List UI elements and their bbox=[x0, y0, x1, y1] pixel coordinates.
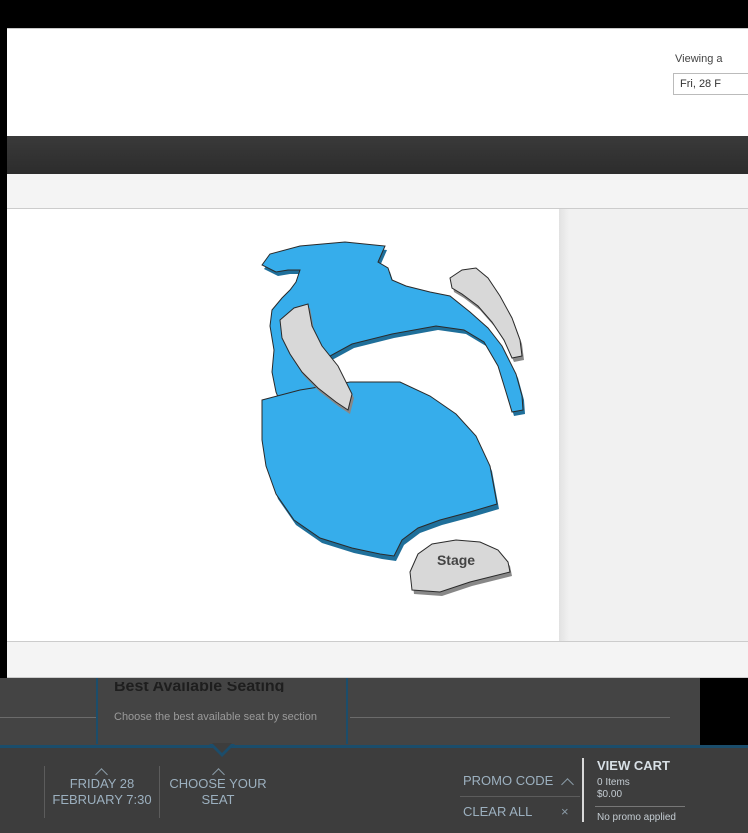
divider-line bbox=[0, 717, 96, 718]
step-date-line1: FRIDAY 28 bbox=[69, 776, 135, 791]
view-cart-button[interactable]: VIEW CART bbox=[597, 758, 670, 773]
cart-separator bbox=[595, 806, 685, 807]
divider bbox=[460, 796, 580, 797]
best-available-panel[interactable]: Best Available Seating Choose the best a… bbox=[96, 678, 348, 744]
close-icon[interactable]: × bbox=[561, 804, 569, 819]
edge-block bbox=[700, 678, 748, 745]
cart-total: $0.00 bbox=[597, 789, 623, 800]
step-date[interactable]: FRIDAY 28 FEBRUARY 7:30 bbox=[46, 776, 158, 808]
chevron-up-icon[interactable] bbox=[561, 778, 574, 791]
best-available-title: Best Available Seating bbox=[114, 682, 285, 692]
checkout-footer: FRIDAY 28 FEBRUARY 7:30 CHOOSE YOUR SEAT… bbox=[0, 743, 748, 833]
step-choose-seat-line1: CHOOSE YOUR bbox=[169, 776, 267, 791]
promo-status: No promo applied bbox=[597, 812, 676, 823]
clear-all-link[interactable]: CLEAR ALL bbox=[463, 804, 532, 819]
best-available-subtitle: Choose the best available seat by sectio… bbox=[114, 711, 318, 723]
step-choose-seat-line2: SEAT bbox=[201, 792, 235, 807]
cart-divider bbox=[582, 758, 584, 822]
step-date-line2: FEBRUARY 7:30 bbox=[52, 792, 152, 807]
active-step-pointer-inner bbox=[212, 743, 232, 753]
divider-line bbox=[350, 717, 670, 718]
stage-label: Stage bbox=[437, 552, 475, 568]
stage: Stage bbox=[409, 539, 512, 596]
divider bbox=[44, 766, 45, 818]
step-choose-seat[interactable]: CHOOSE YOUR SEAT bbox=[162, 776, 274, 808]
map-bottom-bar bbox=[7, 641, 748, 678]
cart-item-count: 0 Items bbox=[597, 777, 630, 788]
divider bbox=[159, 766, 160, 818]
section-orchestra[interactable] bbox=[261, 381, 499, 561]
promo-code-link[interactable]: PROMO CODE bbox=[463, 773, 553, 788]
